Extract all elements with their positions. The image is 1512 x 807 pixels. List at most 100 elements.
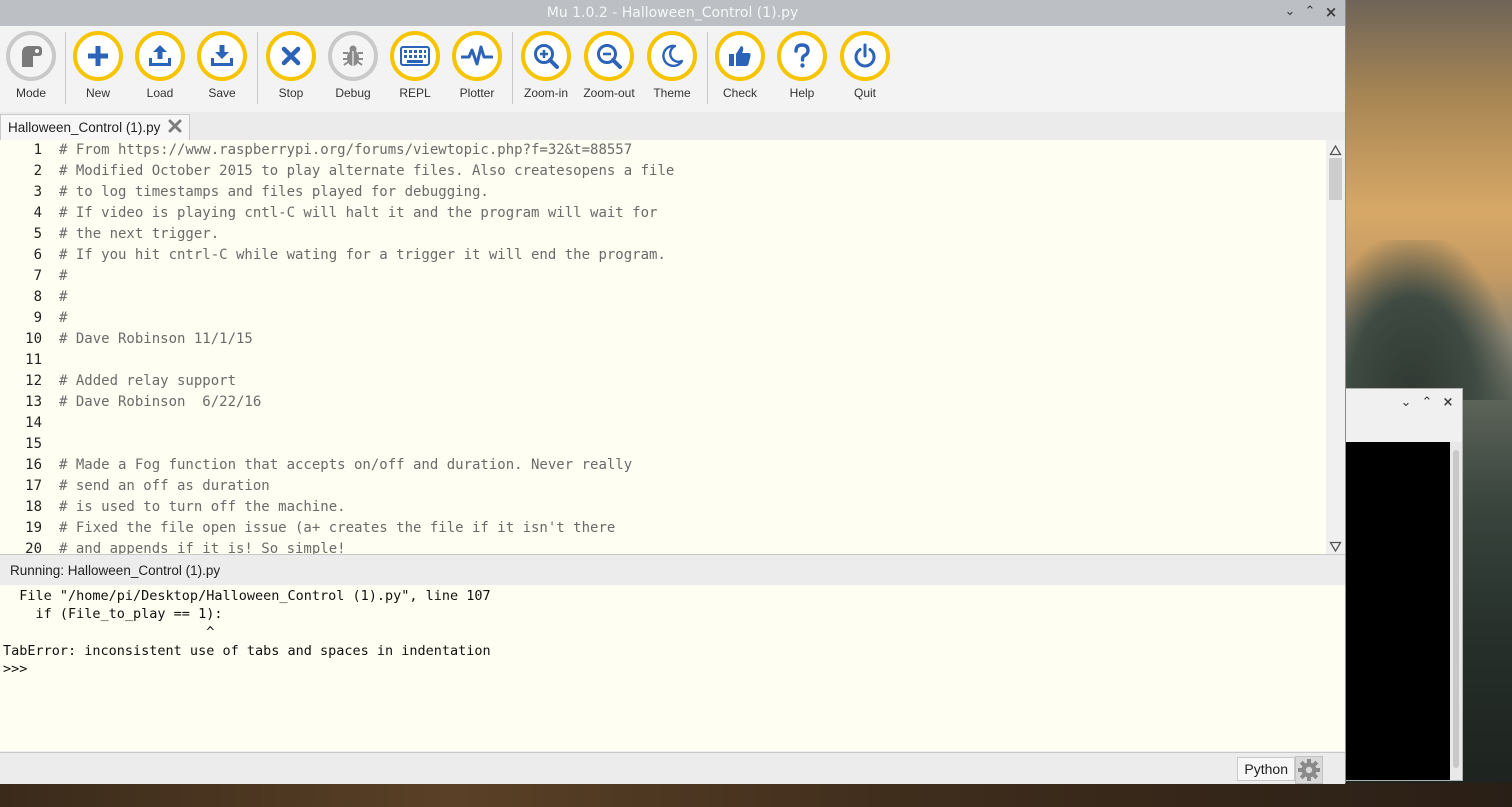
save-button[interactable]: Save [192, 31, 252, 100]
repl-line: ^ [3, 624, 215, 640]
code-text: # If you hit cntrl-C while wating for a … [59, 247, 666, 263]
terminal-output[interactable] [1346, 442, 1450, 780]
code-text: # From https://www.raspberrypi.org/forum… [59, 142, 633, 158]
line-number: 1 [33, 142, 42, 158]
toolbar-separator [707, 32, 708, 104]
gear-icon[interactable] [1295, 756, 1323, 784]
code-line[interactable]: 9 # [0, 310, 1324, 331]
mu-editor-window: Mu 1.0.2 - Halloween_Control (1).py ⌄ ⌃ … [0, 0, 1346, 784]
code-line[interactable]: 5 # the next trigger. [0, 226, 1324, 247]
code-text: # Fixed the file open issue (a+ creates … [59, 520, 616, 536]
tab-label: Halloween_Control (1).py [8, 120, 161, 135]
tab-halloween-control[interactable]: Halloween_Control (1).py [0, 114, 190, 140]
code-line[interactable]: 17 # send an off as duration [0, 478, 1324, 499]
title-bar[interactable]: Mu 1.0.2 - Halloween_Control (1).py ⌄ ⌃ … [0, 0, 1345, 26]
line-number: 2 [33, 163, 42, 179]
code-line[interactable]: 14 [0, 415, 1324, 436]
line-number: 4 [33, 205, 42, 221]
running-label: Running: Halloween_Control (1).py [10, 563, 221, 578]
code-text: # [59, 268, 68, 284]
code-line[interactable]: 15 [0, 436, 1324, 457]
zoom-in-button[interactable]: Zoom-in [516, 31, 576, 100]
code-line[interactable]: 10 # Dave Robinson 11/1/15 [0, 331, 1324, 352]
check-button[interactable]: Check [710, 31, 770, 100]
repl-pane-header: Running: Halloween_Control (1).py [0, 554, 1345, 586]
zoom-out-button[interactable]: Zoom-out [579, 31, 639, 100]
line-number: 9 [33, 310, 42, 326]
code-text: # the next trigger. [59, 226, 220, 242]
question-icon [777, 31, 827, 81]
code-editor[interactable]: 1 # From https://www.raspberrypi.org/foru… [0, 140, 1345, 554]
repl-output[interactable]: File "/home/pi/Desktop/Halloween_Control… [0, 585, 1345, 751]
window-title: Mu 1.0.2 - Halloween_Control (1).py [546, 5, 799, 21]
scrollbar-thumb[interactable] [1453, 450, 1459, 768]
line-number: 5 [33, 226, 42, 242]
zoom-in-icon [521, 31, 571, 81]
scrollbar-thumb[interactable] [1329, 158, 1342, 200]
code-line[interactable]: 12 # Added relay support [0, 373, 1324, 394]
code-line[interactable]: 3 # to log timestamps and files played fo… [0, 184, 1324, 205]
secondary-window[interactable]: ⌄ ⌃ × [1345, 388, 1463, 781]
close-icon[interactable]: × [1323, 4, 1339, 20]
desktop-background-hill [1346, 240, 1512, 400]
repl-error-line: TabError: inconsistent use of tabs and s… [3, 643, 491, 659]
code-text: # Dave Robinson 6/22/16 [59, 394, 262, 410]
code-line[interactable]: 18 # is used to turn off the machine. [0, 499, 1324, 520]
minimize-icon[interactable]: ⌄ [1398, 395, 1414, 411]
code-line[interactable]: 8 # [0, 289, 1324, 310]
vertical-scrollbar[interactable] [1450, 442, 1462, 780]
code-text: # to log timestamps and files played for… [59, 184, 489, 200]
help-button[interactable]: Help [772, 31, 832, 100]
line-number: 17 [25, 478, 42, 494]
zoom-out-icon [584, 31, 634, 81]
moon-icon [647, 31, 697, 81]
toolbar-separator [512, 32, 513, 104]
theme-button[interactable]: Theme [642, 31, 702, 100]
code-text: # Added relay support [59, 373, 237, 389]
code-text: # Modified October 2015 to play alternat… [59, 163, 675, 179]
minimize-icon[interactable]: ⌄ [1282, 4, 1298, 20]
code-line[interactable]: 19 # Fixed the file open issue (a+ create… [0, 520, 1324, 541]
repl-button[interactable]: REPL [385, 31, 445, 100]
maximize-icon[interactable]: ⌃ [1302, 4, 1318, 20]
mode-button[interactable]: Mode [1, 31, 61, 100]
secondary-window-titlebar[interactable]: ⌄ ⌃ × [1346, 389, 1462, 415]
code-line[interactable]: 20 # and appends if it is! So simple! [0, 541, 1324, 554]
repl-prompt[interactable]: >>> [3, 661, 36, 679]
line-number: 10 [25, 331, 42, 347]
line-number: 6 [33, 247, 42, 263]
line-number: 15 [25, 436, 42, 452]
stop-button[interactable]: Stop [261, 31, 321, 100]
code-line[interactable]: 2 # Modified October 2015 to play alterna… [0, 163, 1324, 184]
quit-button[interactable]: Quit [835, 31, 895, 100]
code-line[interactable]: 16 # Made a Fog function that accepts on/… [0, 457, 1324, 478]
line-number: 8 [33, 289, 42, 305]
code-line[interactable]: 1 # From https://www.raspberrypi.org/foru… [0, 142, 1324, 163]
line-number: 7 [33, 268, 42, 284]
debug-button[interactable]: Debug [323, 31, 383, 100]
tab-bar: Halloween_Control (1).py [0, 112, 1345, 141]
plus-icon [73, 31, 123, 81]
repl-line: if (File_to_play == 1): [3, 606, 223, 622]
code-line[interactable]: 11 [0, 352, 1324, 373]
vertical-scrollbar[interactable] [1326, 140, 1345, 554]
new-button[interactable]: New [68, 31, 128, 100]
line-number: 12 [25, 373, 42, 389]
plotter-button[interactable]: Plotter [447, 31, 507, 100]
close-tab-icon[interactable] [167, 118, 183, 134]
maximize-icon[interactable]: ⌃ [1419, 395, 1435, 411]
code-text: # is used to turn off the machine. [59, 499, 346, 515]
code-line[interactable]: 4 # If video is playing cntl-C will halt … [0, 205, 1324, 226]
code-text: # [59, 310, 68, 326]
code-line[interactable]: 7 # [0, 268, 1324, 289]
line-number: 19 [25, 520, 42, 536]
code-line[interactable]: 13 # Dave Robinson 6/22/16 [0, 394, 1324, 415]
code-line[interactable]: 6 # If you hit cntrl-C while wating for a… [0, 247, 1324, 268]
bug-icon [328, 31, 378, 81]
toolbar-separator [257, 32, 258, 104]
scroll-down-icon[interactable] [1329, 538, 1342, 553]
mode-indicator[interactable]: Python [1237, 757, 1295, 781]
scroll-up-icon[interactable] [1329, 142, 1342, 156]
load-button[interactable]: Load [130, 31, 190, 100]
close-icon[interactable]: × [1440, 395, 1456, 411]
